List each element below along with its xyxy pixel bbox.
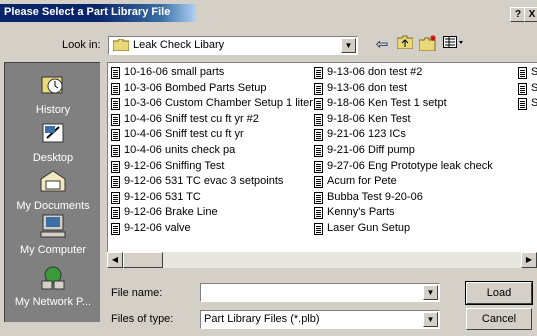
document-icon (314, 129, 323, 142)
places-my-documents-label: My Documents (16, 200, 90, 212)
document-icon (111, 67, 120, 79)
file-dialog: Please Select a Part Library File ? X Lo… (0, 0, 537, 336)
view-menu-icon[interactable] (442, 35, 466, 55)
file-item-label: 9-12-06 531 TC evac 3 setpoints (124, 175, 284, 188)
chevron-down-icon[interactable]: ▼ (423, 285, 438, 300)
places-my-computer-label: My Computer (19, 244, 87, 256)
file-item-label: 10-4-06 units check pa (124, 143, 236, 156)
lookin-dropdown[interactable]: Leak Check Libary ▼ (108, 36, 358, 55)
file-item-label: 10-4-06 Sniff test cu ft yr #2 (124, 112, 259, 125)
places-desktop[interactable]: Desktop (5, 121, 101, 164)
file-item-label: 9-27-06 Eng Prototype leak check (327, 159, 493, 172)
dialog-title: Please Select a Part Library File (4, 6, 171, 18)
history-icon (41, 76, 63, 94)
file-item-label: 9-18-06 Ken Test 1 setpt (327, 97, 447, 110)
document-icon (111, 113, 120, 126)
file-item-label: S (531, 82, 537, 94)
document-icon (111, 222, 120, 235)
my-documents-icon (40, 170, 66, 192)
file-item-label: 9-21-06 123 ICs (327, 128, 406, 141)
file-item-label: Bubba Test 9-20-06 (327, 190, 423, 203)
file-item-label: 10-3-06 Bombed Parts Setup (124, 81, 267, 94)
filetype-select[interactable]: Part Library Files (*.plb) ▼ (200, 310, 440, 329)
chevron-down-icon[interactable]: ▼ (423, 312, 438, 327)
document-icon (111, 129, 120, 142)
places-my-network[interactable]: My Network P... (5, 265, 101, 308)
document-icon (111, 144, 120, 157)
scroll-thumb[interactable] (123, 252, 163, 268)
file-item-label: Acum for Pete (327, 175, 397, 188)
folder-icon (113, 39, 129, 51)
document-icon (314, 222, 323, 235)
chevron-down-icon[interactable]: ▼ (341, 38, 356, 53)
document-icon (314, 98, 323, 111)
load-button[interactable]: Load (465, 281, 533, 305)
close-label: X (528, 9, 536, 20)
document-icon (518, 98, 527, 111)
file-item-label: 9-12-06 Sniffing Test (124, 159, 225, 172)
help-label: ? (514, 9, 522, 20)
file-item-label: S (531, 66, 537, 78)
places-history-label: History (35, 104, 71, 116)
lookin-label: Look in: (62, 39, 101, 51)
file-item-label: 10-3-06 Custom Chamber Setup 1 liter (124, 97, 313, 110)
places-history[interactable]: History (5, 73, 101, 116)
document-icon (314, 144, 323, 157)
title-bar-blank (196, 4, 537, 22)
places-my-documents[interactable]: My Documents (5, 169, 101, 212)
places-bar: History Desktop My Documents My Computer… (4, 62, 100, 322)
horizontal-scrollbar[interactable]: ◀ ▶ (107, 252, 537, 268)
up-folder-icon[interactable] (395, 35, 415, 55)
document-icon (111, 176, 120, 189)
document-icon (111, 160, 120, 173)
file-item-label: 9-13-06 don test (327, 81, 408, 94)
document-icon (314, 113, 323, 126)
filetype-value: Part Library Files (*.plb) (204, 313, 320, 325)
filename-label: File name: (111, 287, 163, 299)
document-icon (314, 67, 323, 79)
scroll-left-icon[interactable]: ◀ (107, 252, 123, 268)
document-icon (111, 82, 120, 95)
lookin-value: Leak Check Libary (133, 39, 225, 51)
my-computer-icon (40, 214, 66, 238)
file-item-label: 9-18-06 Ken Test (327, 112, 411, 125)
my-network-places-icon (41, 266, 65, 290)
file-item-label: Kenny's Parts (327, 206, 395, 219)
file-item-label: 10-16-06 small parts (124, 66, 225, 78)
file-item-label: 9-12-06 valve (124, 221, 191, 234)
document-icon (314, 207, 323, 220)
file-item-label: S (531, 97, 537, 109)
cancel-button[interactable]: Cancel (466, 308, 532, 330)
document-icon (111, 207, 120, 220)
document-icon (111, 191, 120, 204)
file-item-label: 9-12-06 531 TC (124, 190, 201, 203)
file-item-label: Laser Gun Setup (327, 221, 411, 234)
places-my-computer[interactable]: My Computer (5, 213, 101, 256)
document-icon (111, 98, 120, 111)
document-icon (314, 160, 323, 173)
desktop-icon (42, 123, 64, 143)
document-icon (314, 191, 323, 204)
document-icon (314, 82, 323, 95)
close-button[interactable]: X (524, 7, 537, 22)
document-icon (518, 82, 527, 95)
file-item-label: 9-21-06 Diff pump (327, 143, 415, 156)
document-icon (518, 67, 527, 79)
places-desktop-label: Desktop (32, 152, 74, 164)
scroll-right-icon[interactable]: ▶ (521, 252, 537, 268)
filetype-label: Files of type: (111, 313, 174, 325)
file-item-label: 10-4-06 Sniff test cu ft yr (124, 128, 244, 141)
filename-input[interactable]: ▼ (200, 283, 440, 302)
title-bar: Please Select a Part Library File ? X (0, 4, 537, 22)
file-item-label: 9-13-06 don test #2 (327, 66, 423, 78)
file-item-label: 9-12-06 Brake Line (124, 206, 218, 219)
back-arrow-icon[interactable]: ⇦ (372, 35, 392, 55)
document-icon (314, 176, 323, 189)
file-list[interactable]: 10-16-06 small parts 10-3-06 Bombed Parts… (107, 62, 537, 268)
places-my-network-label: My Network P... (14, 296, 92, 308)
new-folder-icon[interactable] (418, 35, 438, 55)
